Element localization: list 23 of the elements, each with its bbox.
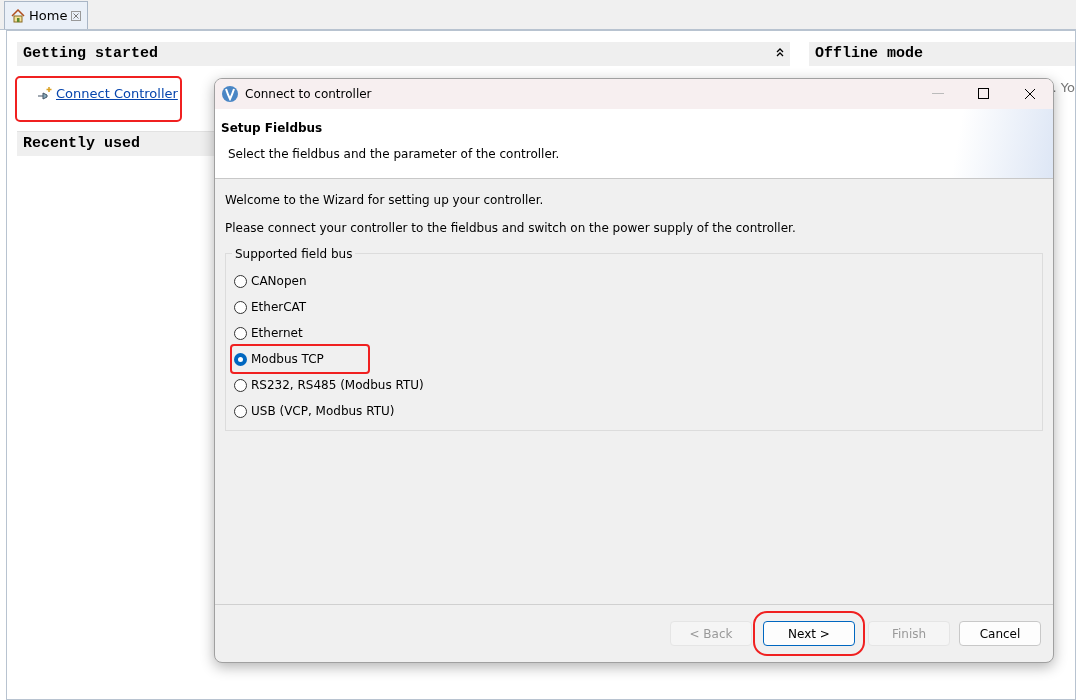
dialog-title: Connect to controller bbox=[245, 86, 372, 103]
plug-icon bbox=[37, 84, 53, 103]
page-heading: Setup Fieldbus bbox=[221, 120, 324, 137]
radio-option[interactable]: EtherCAT bbox=[232, 294, 311, 320]
group-label: Supported field bus bbox=[232, 245, 356, 263]
app-logo-icon bbox=[222, 86, 238, 102]
radio-option[interactable]: RS232, RS485 (Modbus RTU) bbox=[232, 372, 428, 398]
connect-link[interactable]: Connect Controller bbox=[56, 84, 178, 104]
page-description: Select the fieldbus and the parameter of the controller. bbox=[227, 146, 561, 163]
house-icon bbox=[11, 8, 25, 23]
intro-text: Please connect your controller to the fieldbus and switch on the power supply of the controller. bbox=[225, 220, 797, 237]
home-tab[interactable]: Home bbox=[4, 1, 89, 29]
section-title: Getting started bbox=[23, 43, 159, 64]
close-icon[interactable] bbox=[71, 10, 82, 21]
section-title: Offline mode bbox=[815, 43, 924, 64]
radio-option[interactable]: USB (VCP, Modbus RTU) bbox=[232, 398, 399, 424]
intro-text: Welcome to the Wizard for setting up your controller. bbox=[225, 192, 545, 209]
radio-option[interactable]: Ethernet bbox=[232, 320, 307, 346]
section-text: . Yo bbox=[1052, 79, 1075, 97]
radio-option[interactable]: CANopen bbox=[232, 268, 311, 294]
radio-option[interactable]: Modbus TCP bbox=[232, 346, 368, 372]
wizard-button[interactable]: Cancel bbox=[959, 621, 1041, 646]
section-title: Recently used bbox=[23, 133, 141, 154]
